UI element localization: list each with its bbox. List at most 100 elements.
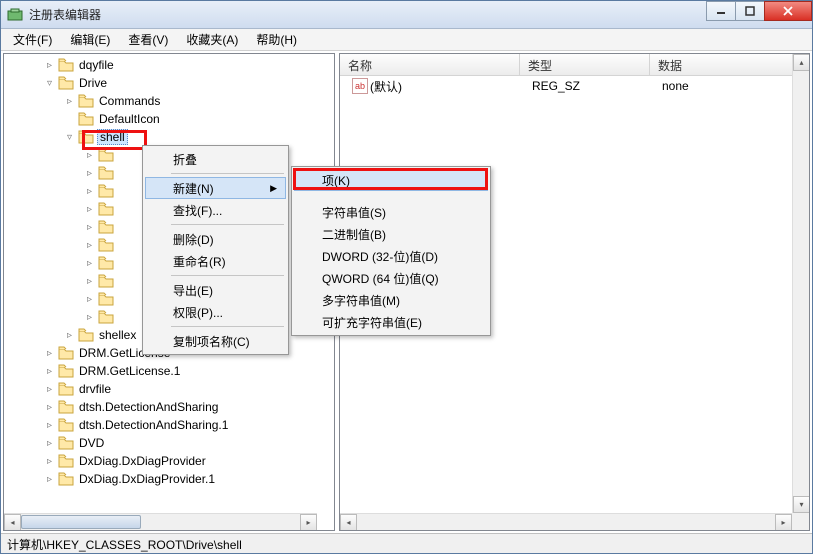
tree-node[interactable]: ▹ DRM.GetLicense.1 xyxy=(4,362,334,380)
expand-icon[interactable]: ▿ xyxy=(64,132,75,143)
tree-node[interactable]: ▹ drvfile xyxy=(4,380,334,398)
scroll-up-button[interactable]: ▴ xyxy=(793,54,810,71)
menu-item[interactable]: 查找(F)... xyxy=(145,199,286,221)
title-bar[interactable]: 注册表编辑器 xyxy=(1,1,812,29)
expand-icon[interactable]: ▹ xyxy=(44,438,55,449)
tree-label: DefaultIcon xyxy=(97,112,162,126)
expand-icon[interactable]: ▹ xyxy=(44,402,55,413)
column-type[interactable]: 类型 xyxy=(520,54,650,75)
menu-item[interactable]: 复制项名称(C) xyxy=(145,330,286,352)
menu-view[interactable]: 查看(V) xyxy=(120,29,176,50)
tree-node[interactable]: ▹ DxDiag.DxDiagProvider xyxy=(4,452,334,470)
scroll-right-button[interactable]: ▸ xyxy=(300,514,317,531)
close-button[interactable] xyxy=(764,1,812,21)
expand-icon[interactable]: ▹ xyxy=(44,384,55,395)
column-name[interactable]: 名称 xyxy=(340,54,520,75)
menu-item[interactable]: 可扩充字符串值(E) xyxy=(294,311,488,333)
expand-icon[interactable]: ▹ xyxy=(84,204,95,215)
tree-label: shellex xyxy=(97,328,138,342)
app-icon xyxy=(7,7,23,23)
expand-icon[interactable]: ▹ xyxy=(84,186,95,197)
menu-edit[interactable]: 编辑(E) xyxy=(62,29,118,50)
expand-icon[interactable]: ▹ xyxy=(84,294,95,305)
menu-favorites[interactable]: 收藏夹(A) xyxy=(178,29,246,50)
expand-icon[interactable]: ▹ xyxy=(84,276,95,287)
expand-icon[interactable]: ▿ xyxy=(44,78,55,89)
submenu-new[interactable]: 项(K) 字符串值(S)二进制值(B)DWORD (32-位)值(D)QWORD … xyxy=(291,166,491,336)
tree-label: dtsh.DetectionAndSharing xyxy=(77,400,220,414)
tree-node[interactable]: ▹ dtsh.DetectionAndSharing xyxy=(4,398,334,416)
tree-label: DxDiag.DxDiagProvider.1 xyxy=(77,472,217,486)
expand-icon[interactable]: ▹ xyxy=(84,168,95,179)
tree-node[interactable]: ▹Commands xyxy=(4,92,334,110)
scroll-left-button[interactable]: ◂ xyxy=(340,514,357,531)
expand-icon[interactable]: ▹ xyxy=(44,474,55,485)
window-controls xyxy=(707,1,812,21)
menu-item[interactable]: 权限(P)... xyxy=(145,301,286,323)
tree-label: dtsh.DetectionAndSharing.1 xyxy=(77,418,230,432)
expand-icon[interactable]: ▹ xyxy=(64,96,75,107)
scroll-corner xyxy=(792,513,809,530)
menu-item[interactable]: 导出(E) xyxy=(145,279,286,301)
expand-icon[interactable]: ▹ xyxy=(84,258,95,269)
expand-icon[interactable]: ▹ xyxy=(44,348,55,359)
list-row[interactable]: ab (默认) REG_SZ none xyxy=(340,76,809,96)
value-data: none xyxy=(654,79,697,93)
menu-item[interactable]: 多字符串值(M) xyxy=(294,289,488,311)
menu-separator xyxy=(171,224,284,225)
tree-label: dqyfile xyxy=(77,58,116,72)
expand-icon[interactable]: ▹ xyxy=(44,456,55,467)
tree-label: drvfile xyxy=(77,382,113,396)
scroll-thumb-h[interactable] xyxy=(21,515,141,529)
menu-item[interactable]: 删除(D) xyxy=(145,228,286,250)
minimize-button[interactable] xyxy=(706,1,736,21)
scroll-down-button[interactable]: ▾ xyxy=(793,496,810,513)
window-title: 注册表编辑器 xyxy=(29,6,101,23)
column-data[interactable]: 数据 xyxy=(650,54,809,75)
expand-icon[interactable]: ▹ xyxy=(64,330,75,341)
tree-node[interactable]: ▹ dtsh.DetectionAndSharing.1 xyxy=(4,416,334,434)
tree-label: DVD xyxy=(77,436,106,450)
submenu-arrow-icon: ▶ xyxy=(270,183,277,194)
menu-gap xyxy=(294,191,488,201)
menu-item[interactable]: 字符串值(S) xyxy=(294,201,488,223)
expand-icon[interactable]: ▹ xyxy=(44,420,55,431)
expand-icon[interactable]: ▹ xyxy=(44,60,55,71)
value-type: REG_SZ xyxy=(524,79,654,93)
expand-icon[interactable]: ▹ xyxy=(84,312,95,323)
tree-label: DRM.GetLicense.1 xyxy=(77,364,182,378)
tree-node[interactable]: DefaultIcon xyxy=(4,110,334,128)
menu-item[interactable]: 项(K) xyxy=(294,169,488,191)
tree-node[interactable]: ▿shell xyxy=(4,128,334,146)
menu-item[interactable]: 新建(N)▶ xyxy=(145,177,286,199)
tree-node[interactable]: ▹ DVD xyxy=(4,434,334,452)
menu-separator xyxy=(171,326,284,327)
list-horizontal-scrollbar[interactable]: ◂ ▸ xyxy=(340,513,792,530)
menu-item[interactable]: 折叠 xyxy=(145,148,286,170)
scroll-left-button[interactable]: ◂ xyxy=(4,514,21,531)
status-path: 计算机\HKEY_CLASSES_ROOT\Drive\shell xyxy=(7,538,242,552)
menu-file[interactable]: 文件(F) xyxy=(5,29,60,50)
context-menu[interactable]: 折叠新建(N)▶查找(F)... 删除(D)重命名(R) 导出(E)权限(P)...… xyxy=(142,145,289,355)
tree-horizontal-scrollbar[interactable]: ◂ ▸ xyxy=(4,513,317,530)
maximize-button[interactable] xyxy=(735,1,765,21)
list-header: 名称 类型 数据 xyxy=(340,54,809,76)
menu-item[interactable]: DWORD (32-位)值(D) xyxy=(294,245,488,267)
expand-icon[interactable]: ▹ xyxy=(84,222,95,233)
value-name: (默认) xyxy=(370,78,402,95)
tree-label: Drive xyxy=(77,76,109,90)
tree-node[interactable]: ▿ Drive xyxy=(4,74,334,92)
expand-icon[interactable]: ▹ xyxy=(84,150,95,161)
menu-item[interactable]: 重命名(R) xyxy=(145,250,286,272)
tree-node[interactable]: ▹ dqyfile xyxy=(4,56,334,74)
menu-help[interactable]: 帮助(H) xyxy=(248,29,305,50)
menu-item[interactable]: QWORD (64 位)值(Q) xyxy=(294,267,488,289)
tree-label: DxDiag.DxDiagProvider xyxy=(77,454,208,468)
status-bar: 计算机\HKEY_CLASSES_ROOT\Drive\shell xyxy=(1,533,812,553)
scroll-right-button[interactable]: ▸ xyxy=(775,514,792,531)
list-vertical-scrollbar[interactable]: ▴ ▾ xyxy=(792,54,809,513)
expand-icon[interactable]: ▹ xyxy=(44,366,55,377)
menu-item[interactable]: 二进制值(B) xyxy=(294,223,488,245)
tree-node[interactable]: ▹ DxDiag.DxDiagProvider.1 xyxy=(4,470,334,488)
expand-icon[interactable]: ▹ xyxy=(84,240,95,251)
